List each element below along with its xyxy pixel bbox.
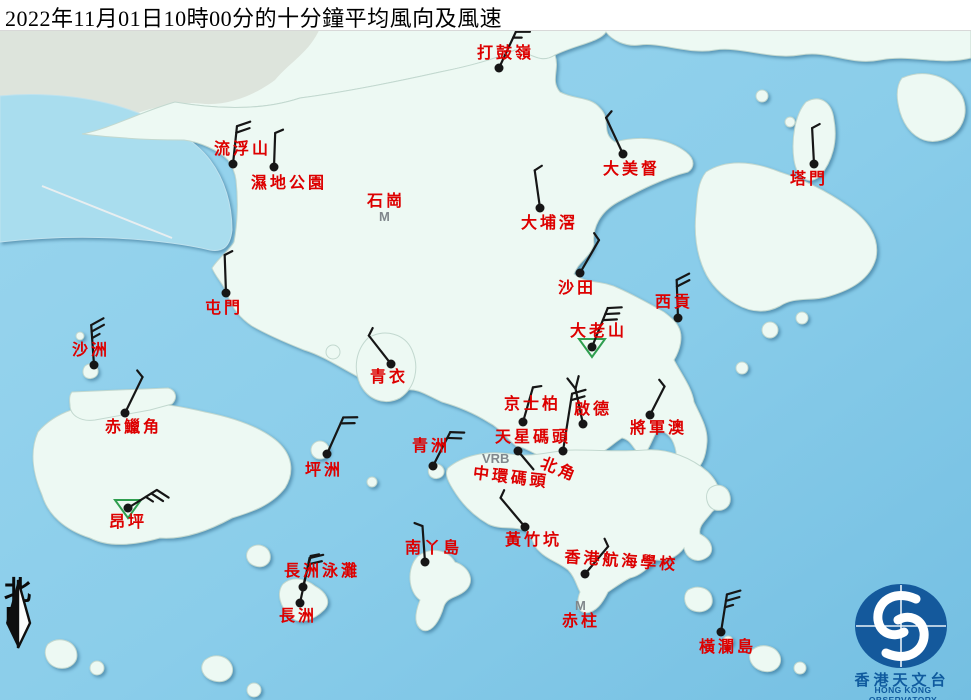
station-dot	[222, 289, 231, 298]
wind-barb-line	[608, 307, 622, 308]
station-label: 黃竹坑	[505, 533, 562, 549]
station-dot	[387, 360, 396, 369]
station-label: 天星碼頭	[495, 430, 571, 446]
wind-barb-line	[274, 133, 275, 167]
station-label: 西貢	[655, 295, 693, 311]
station-label: 大埔滘	[521, 216, 578, 232]
station-label: 打鼓嶺	[477, 46, 534, 62]
hko-wind-map-screen: 2022年11月01日10時00分的十分鐘平均風向及風速 打鼓嶺流浮山濕地公園石…	[0, 0, 971, 700]
station-label: 大老山	[570, 324, 627, 340]
station-dot	[717, 628, 726, 637]
station-label: 長洲泳灘	[284, 564, 360, 580]
station-dot	[90, 361, 99, 370]
station-dot	[270, 163, 279, 172]
variable-wind-marker: VRB	[482, 452, 509, 465]
station-label: 橫瀾島	[699, 640, 756, 656]
station-label: 將軍澳	[630, 421, 687, 437]
station-label: 青衣	[370, 370, 408, 386]
station-label: 南丫島	[405, 541, 462, 557]
station-dot	[429, 462, 438, 471]
station-dot	[646, 411, 655, 420]
station-dot	[521, 523, 530, 532]
station-dot	[588, 343, 597, 352]
hko-logo: 香港天文台 HONG KONG OBSERVATORY	[850, 583, 965, 698]
station-label: 昂坪	[109, 515, 147, 531]
station-dot	[323, 450, 332, 459]
missing-data-marker: M	[379, 210, 390, 223]
station-label: 坪洲	[305, 463, 343, 479]
station-dot	[519, 418, 528, 427]
hko-logo-icon	[850, 583, 954, 673]
station-dot	[124, 504, 133, 513]
station-dot	[576, 269, 585, 278]
station-dot	[229, 160, 238, 169]
station-label: 石崗	[367, 194, 405, 210]
station-label: 流浮山	[214, 142, 271, 158]
station-label: 大美督	[603, 162, 660, 178]
station-label: 長洲	[279, 609, 317, 625]
hko-logo-name-en: HONG KONG OBSERVATORY	[842, 685, 964, 700]
station-dot	[559, 447, 568, 456]
wind-barb-line	[603, 319, 617, 320]
station-label: 赤柱	[562, 614, 600, 630]
missing-data-marker: M	[575, 599, 586, 612]
station-dot	[579, 420, 588, 429]
hong-kong-map-image	[0, 0, 971, 700]
station-dot	[296, 599, 305, 608]
station-label: 京士柏	[504, 397, 561, 413]
station-label: 啟德	[574, 402, 612, 418]
station-label: 青洲	[412, 439, 450, 455]
title-bar: 2022年11月01日10時00分的十分鐘平均風向及風速	[0, 0, 971, 31]
page-title: 2022年11月01日10時00分的十分鐘平均風向及風速	[5, 1, 502, 33]
north-compass: 北 N	[2, 578, 42, 628]
north-arrow-icon	[2, 578, 36, 650]
wind-barb-line	[225, 255, 226, 293]
station-label: 沙田	[558, 281, 596, 297]
station-dot	[619, 150, 628, 159]
station-dot	[674, 314, 683, 323]
station-dot	[121, 409, 130, 418]
station-dot	[536, 204, 545, 213]
station-dot	[421, 558, 430, 567]
wind-barb-line	[605, 313, 619, 314]
station-dot	[495, 64, 504, 73]
station-label: 濕地公園	[251, 176, 327, 192]
station-label: 沙洲	[72, 343, 110, 359]
station-dot	[810, 160, 819, 169]
wind-barb-line	[533, 386, 541, 387]
station-label: 屯門	[205, 301, 243, 317]
station-label: 塔門	[790, 172, 828, 188]
station-dot	[514, 447, 523, 456]
station-dot	[581, 570, 590, 579]
station-label: 赤鱲角	[105, 420, 162, 436]
